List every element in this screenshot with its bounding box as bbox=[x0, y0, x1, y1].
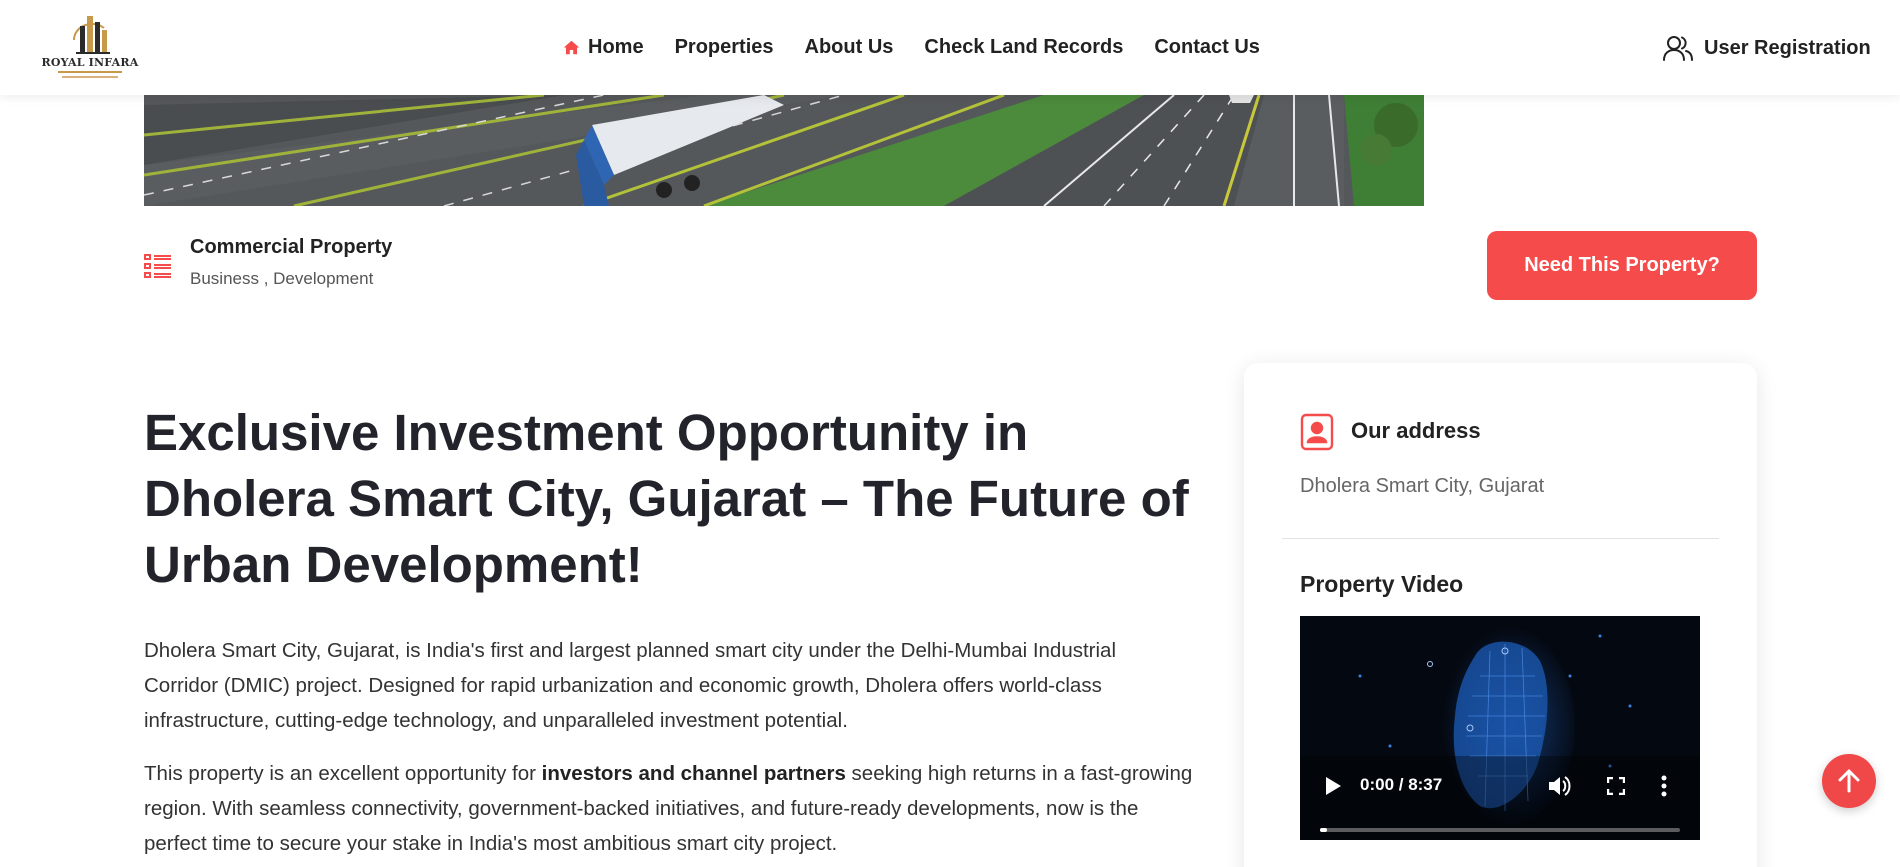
nav-home[interactable]: Home bbox=[563, 36, 644, 59]
need-this-property-button[interactable]: Need This Property? bbox=[1487, 231, 1757, 300]
property-categories: Business , Development bbox=[190, 269, 374, 288]
sidebar-divider bbox=[1282, 538, 1719, 539]
logo-tagline-bar-2 bbox=[62, 76, 118, 78]
property-video-heading: Property Video bbox=[1300, 571, 1464, 597]
volume-icon[interactable] bbox=[1548, 775, 1572, 797]
description-paragraph-2: This property is an excellent opportunit… bbox=[144, 756, 1194, 861]
address-text: Dholera Smart City, Gujarat bbox=[1300, 475, 1545, 497]
highway-illustration bbox=[144, 95, 1424, 206]
user-registration-label: User Registration bbox=[1704, 36, 1871, 59]
scroll-to-top-button[interactable] bbox=[1822, 754, 1876, 808]
property-meta: Commercial Property Business , Developme… bbox=[144, 236, 392, 289]
user-group-icon bbox=[1663, 36, 1693, 61]
property-type: Commercial Property bbox=[190, 236, 393, 258]
logo-wordmark: ROYAL INFARA bbox=[41, 56, 139, 69]
site-logo[interactable]: ROYAL INFARA bbox=[40, 10, 140, 84]
nav-about-us[interactable]: About Us bbox=[805, 36, 894, 59]
property-type-block: Commercial Property Business , Developme… bbox=[190, 236, 392, 289]
site-header: ROYAL INFARA Home Properties About Us Ch… bbox=[0, 0, 1900, 95]
video-time: 0:00 / 8:37 bbox=[1360, 775, 1443, 794]
nav-home-label: Home bbox=[588, 35, 644, 58]
video-progress-fill bbox=[1320, 828, 1328, 832]
city-skyline-logo-icon bbox=[72, 16, 110, 54]
nav-check-land-records[interactable]: Check Land Records bbox=[924, 36, 1123, 59]
main-nav: Home Properties About Us Check Land Reco… bbox=[563, 30, 1291, 64]
description-2-pre: This property is an excellent opportunit… bbox=[144, 762, 542, 785]
logo-tagline-bar bbox=[58, 71, 122, 73]
description-paragraph-1: Dholera Smart City, Gujarat, is India's … bbox=[144, 639, 1116, 732]
arrow-up-icon bbox=[1838, 769, 1860, 793]
property-hero-image bbox=[144, 95, 1424, 206]
property-sidebar-card: Our address Dholera Smart City, Gujarat … bbox=[1244, 363, 1757, 867]
more-options-icon[interactable] bbox=[1661, 775, 1667, 797]
home-icon bbox=[563, 40, 580, 54]
address-heading: Our address bbox=[1351, 418, 1481, 443]
page-title: Exclusive Investment Opportunity in Dhol… bbox=[144, 404, 1189, 593]
property-video-player[interactable]: 0:00 / 8:37 bbox=[1300, 616, 1700, 840]
nav-properties[interactable]: Properties bbox=[675, 36, 774, 59]
play-icon[interactable] bbox=[1324, 776, 1342, 796]
video-controls: 0:00 / 8:37 bbox=[1300, 756, 1700, 840]
contact-card-icon bbox=[1300, 413, 1334, 451]
fullscreen-icon[interactable] bbox=[1607, 777, 1625, 795]
description-2-bold: investors and channel partners bbox=[541, 762, 846, 785]
user-registration-link[interactable]: User Registration bbox=[1662, 32, 1871, 64]
nav-contact-us[interactable]: Contact Us bbox=[1154, 36, 1260, 59]
video-progress-bar[interactable] bbox=[1320, 828, 1680, 832]
list-icon bbox=[144, 254, 171, 278]
